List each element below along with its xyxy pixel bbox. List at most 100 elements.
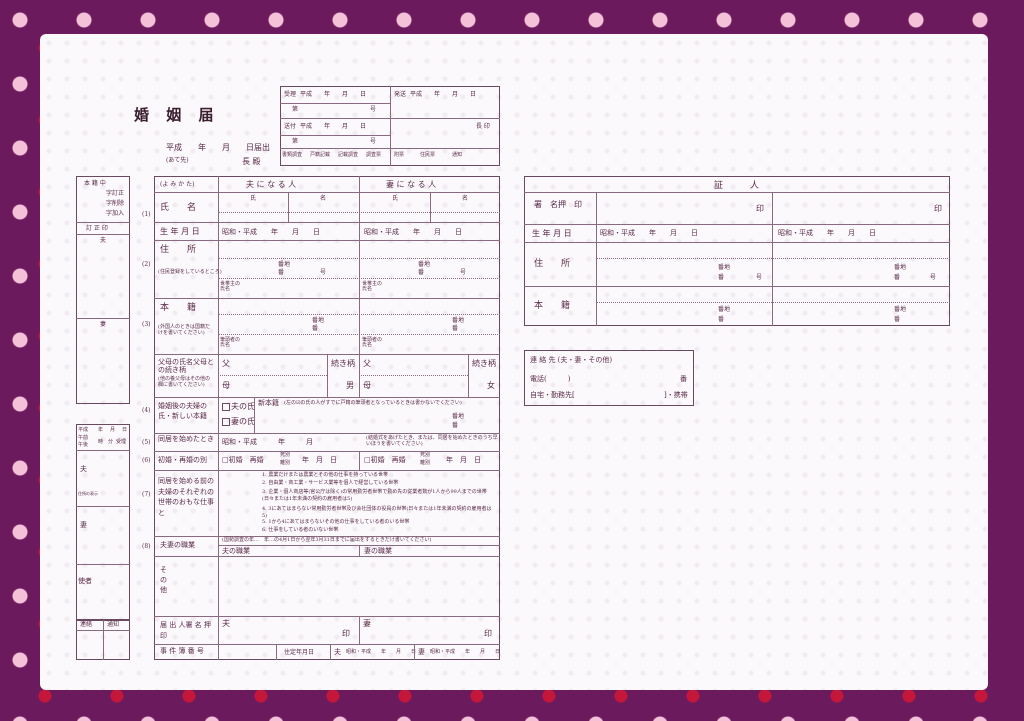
office-check-2: 戸籍記載 <box>310 152 331 158</box>
recipient-note: (あて先) <box>166 157 189 164</box>
witness1-seal: 印 <box>756 204 764 213</box>
receipt-am: 午前 <box>78 435 89 441</box>
other-label: そ の 他 <box>160 566 167 594</box>
office-forward-date: 平成 年 月 日 <box>300 123 367 130</box>
parents-label: 父母の氏名父母との続き柄 <box>158 358 214 375</box>
occupation-label: 同居を始める前の夫婦のそれぞれの世帯のおもな仕事と <box>158 477 214 517</box>
husband-address-banchi: 番地 <box>278 261 291 268</box>
checkbox-icon <box>222 418 230 426</box>
new-honseki-ban: 番 <box>452 422 459 429</box>
witness1-honseki-banchi: 番地 <box>718 306 731 313</box>
case-label: 事 件 簿 番 号 <box>160 647 204 655</box>
wife-job: 妻の職業 <box>364 547 392 555</box>
witness-title: 証 人 <box>714 181 760 191</box>
kana-label: (よ み か た) <box>160 181 195 188</box>
office-forward: 送付 <box>284 123 297 130</box>
receipt-contact: 連絡 <box>80 621 93 628</box>
husband-address-go: 号 <box>320 269 327 276</box>
husband-first: 名 <box>320 195 327 202</box>
cohab-note: (結婚式をあげたとき、または、同居を始めたときのうち早いほうを書いてください) <box>366 435 498 447</box>
correction-head: 本 籍 中 <box>84 180 106 187</box>
receipt-minute: 分 <box>108 439 114 445</box>
witness1-honseki-ban: 番 <box>718 316 725 323</box>
cohab-label: 同居を始めたとき <box>158 435 214 443</box>
birth-label: 生 年 月 日 <box>160 227 200 236</box>
wife-remarriage-date: 年 月 日 <box>446 456 481 464</box>
office-sent-date: 平成 年 月 日 <box>410 91 477 98</box>
occupation-6: 6. 仕事をしている者のいない世帯 <box>262 527 339 533</box>
office-check-5: 附票 <box>394 152 405 158</box>
husband-last: 氏 <box>250 195 257 202</box>
witness2-address-ban: 番 <box>894 274 901 281</box>
occupation-2: 2. 自由業・商工業・サービス業等を個人で経営している世帯 <box>262 480 399 486</box>
wife-relation: 続き柄 <box>472 359 496 368</box>
section-8: (8) <box>142 543 151 550</box>
residence-wife: 妻 <box>418 648 425 656</box>
husband-son: 男 <box>346 381 354 390</box>
husband-mother: 母 <box>222 381 230 390</box>
section-2: (2) <box>142 261 151 268</box>
office-check-1: 書類調査 <box>282 152 303 158</box>
signer-husband-mark: 夫 <box>222 619 230 628</box>
residence-wife-date: 昭和・平成 年 月 日 <box>430 649 501 655</box>
new-honseki-label: 新本籍 <box>258 399 279 407</box>
witness1-address-go: 号 <box>756 274 763 281</box>
witness2-honseki-banchi: 番地 <box>894 306 907 313</box>
residence-date-label: 住定年月日 <box>284 649 315 656</box>
witness-birth-label: 生 年 月 日 <box>532 229 572 238</box>
wife-daughter: 女 <box>487 381 495 390</box>
section-5: (5) <box>142 439 151 446</box>
husband-relation: 続き柄 <box>331 359 355 368</box>
checkbox-icon <box>222 403 230 411</box>
wife-address-banchi: 番地 <box>418 261 431 268</box>
office-check-7: 通知 <box>452 152 463 158</box>
new-honseki-banchi: 番地 <box>452 413 465 420</box>
husband-surname-checkbox[interactable]: 夫の氏 <box>222 403 255 411</box>
wife-divorce: 離別 <box>420 460 431 466</box>
receipt-accept: 受理 <box>116 439 127 445</box>
cohab-value: 昭和・平成 年 月 <box>222 438 313 446</box>
correction-item-3: 字加入 <box>106 210 125 217</box>
wife-column: 妻 に な る 人 <box>386 180 437 189</box>
witness2-address-go: 号 <box>930 274 937 281</box>
receipt-husband: 夫 <box>80 465 87 473</box>
wife-birth: 昭和・平成 年 月 日 <box>364 228 462 236</box>
contact-type-suffix: ]・携帯 <box>664 391 688 399</box>
husband-hittousha: 筆頭者の氏名 <box>220 337 241 348</box>
husband-remarriage-date: 年 月 日 <box>302 456 337 464</box>
husband-job: 夫の職業 <box>222 547 250 555</box>
occupation-1: 1. 農業だけまたは農業とその他の仕事を持っている世帯 <box>262 472 388 478</box>
residence-husband: 夫 <box>334 648 341 656</box>
wife-honseki-ban: 番 <box>452 325 459 332</box>
honseki-label: 本 籍 <box>160 303 197 313</box>
wife-surname-checkbox[interactable]: 妻の氏 <box>222 418 255 426</box>
wife-last: 氏 <box>392 195 399 202</box>
witness-box <box>524 176 950 326</box>
signer-wife-mark: 妻 <box>363 619 371 628</box>
receipt-day: 日 <box>122 427 128 433</box>
witness2-birth: 昭和・平成 年 月 日 <box>778 229 876 237</box>
husband-address-ban: 番 <box>278 269 285 276</box>
husband-divorce: 離別 <box>280 460 291 466</box>
correction-seal: 訂 正 印 <box>86 225 108 232</box>
contact-title: 連 絡 先 (夫・妻・その他) <box>530 356 613 364</box>
wife-householder: 世帯主の氏名 <box>362 281 383 292</box>
witness-sign-label: 署 名押 印 <box>534 200 582 209</box>
husband-birth: 昭和・平成 年 月 日 <box>222 228 320 236</box>
address-note: (住民登録をしているところ) <box>158 269 222 275</box>
husband-householder: 世帯主の氏名 <box>220 281 241 292</box>
wife-marriage-type[interactable]: □初婚 再婚 <box>364 457 406 464</box>
page-title: 婚 姻 届 <box>134 106 220 124</box>
office-number-label: 第 <box>292 106 299 113</box>
office-number2-label: 第 <box>292 138 299 145</box>
husband-father: 父 <box>222 359 230 368</box>
office-check-6: 住民票 <box>420 152 436 158</box>
address-label: 住 所 <box>160 245 197 255</box>
wife-hittousha: 筆頭者の氏名 <box>362 337 383 348</box>
receipt-wife: 妻 <box>80 521 87 529</box>
residence-husband-date: 昭和・平成 年 月 日 <box>346 649 417 655</box>
new-honseki-note: (左の☑の氏の人がすでに戸籍の筆頭者となっているときは書かないでください) <box>284 400 462 406</box>
wife-first: 名 <box>462 195 469 202</box>
husband-marriage-type[interactable]: □初婚 再婚 <box>222 457 264 464</box>
wife-mother: 母 <box>363 381 371 390</box>
